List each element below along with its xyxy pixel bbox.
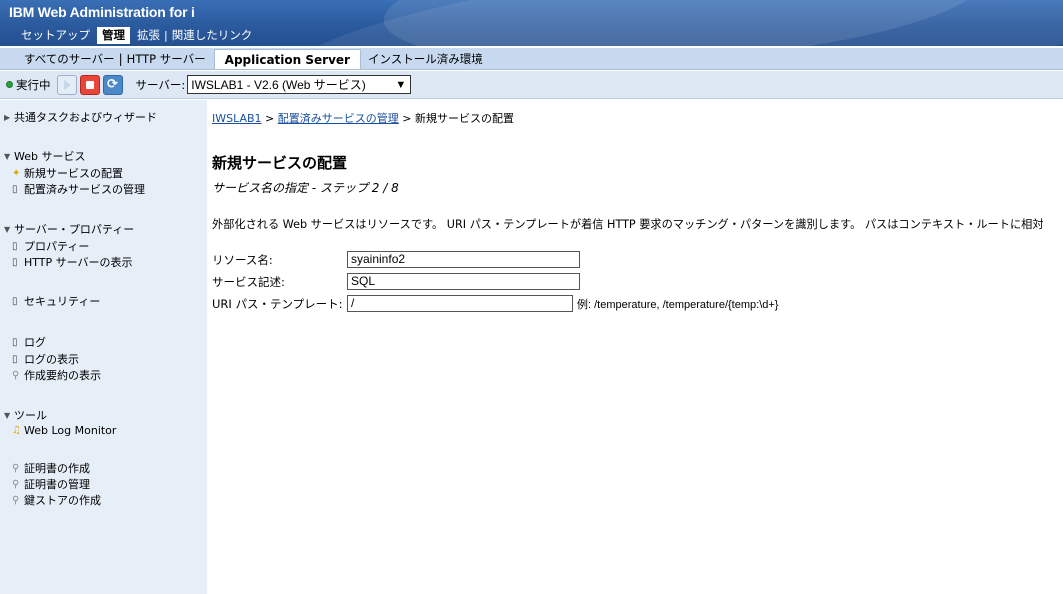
sidebar-item-logs[interactable]: ▯ ログ [0,334,101,350]
resource-name-input[interactable]: syaininfo2 [347,251,580,268]
sidebar-section-tools[interactable]: ▼ ツール [0,407,116,423]
sidebar-item-create-keystore[interactable]: ⚲ 鍵ストアの作成 [0,492,101,508]
refresh-button[interactable]: ⟳ [102,74,123,95]
nav-related-links[interactable]: 関連したリンク [168,27,257,44]
sidebar-item-view-logs[interactable]: ▯ ログの表示 [0,351,101,367]
sidebar-group-security: ▯ セキュリティー [0,293,100,309]
page-subtitle: サービス名の指定 - ステップ 2 / 8 [212,181,399,195]
form-row-resource-name: リソース名: syaininfo2 [212,251,580,268]
server-select[interactable]: IWSLAB1 - V2.6 (Web サービス) ▼ [187,75,412,94]
sidebar-group-server-properties: ▼ サーバー・プロパティー ▯ プロパティー ▯ HTTP サーバーの表示 [0,221,134,270]
page-description: 外部化される Web サービスはリソースです。 URI パス・テンプレートが着信… [212,218,1044,231]
sidebar-group-common: ▶ 共通タスクおよびウィザード [0,109,157,125]
sidebar-item-view-creation-summary[interactable]: ⚲ 作成要約の表示 [0,367,101,383]
stop-button[interactable] [79,74,100,95]
sub-navigation: すべてのサーバー | HTTP サーバー Application Server … [0,48,1063,70]
breadcrumb: IWSLAB1 > 配置済みサービスの管理 > 新規サービスの配置 [212,110,514,126]
wrench-icon: ⚲ [12,462,20,474]
server-toolbar: 実行中 ⟳ サーバー: IWSLAB1 - V2.6 (Web サービス) ▼ [0,71,1063,99]
sidebar-group-tools: ▼ ツール ♫ Web Log Monitor [0,407,116,438]
chevron-down-icon: ▼ [395,78,407,91]
breadcrumb-separator: > [398,112,415,125]
app-title: IBM Web Administration for i [9,4,195,20]
page-icon: ▯ [12,353,18,365]
nav-manage[interactable]: 管理 [97,27,130,44]
header-banner: IBM Web Administration for i セットアップ 管理 拡… [0,0,1063,46]
sidebar-group-logs: ▯ ログ ▯ ログの表示 ⚲ 作成要約の表示 [0,334,101,383]
service-description-label: サービス記述: [212,274,285,289]
form-row-service-description: サービス記述: SQL [212,273,580,290]
breadcrumb-current: 新規サービスの配置 [415,112,514,125]
sidebar-item-view-http-server[interactable]: ▯ HTTP サーバーの表示 [0,254,134,270]
page-icon: ▯ [12,336,18,348]
server-select-value: IWSLAB1 - V2.6 (Web サービス) [191,78,366,92]
sidebar-group-certificates: ⚲ 証明書の作成 ⚲ 証明書の管理 ⚲ 鍵ストアの作成 [0,460,101,508]
breadcrumb-root-link[interactable]: IWSLAB1 [212,112,262,125]
wrench-icon: ⚲ [12,478,20,490]
page-title: 新規サービスの配置 [212,154,348,172]
sidebar-item-deploy-new-service[interactable]: ✦ 新規サービスの配置 [0,165,145,181]
sidebar-item-properties[interactable]: ▯ プロパティー [0,238,134,254]
tab-application-server[interactable]: Application Server [213,49,361,69]
uri-template-example: 例: /temperature, /temperature/{temp:\d+} [577,298,779,311]
sidebar-group-web-services: ▼ Web サービス ✦ 新規サービスの配置 ▯ 配置済みサービスの管理 [0,148,145,197]
sidebar-item-common-tasks[interactable]: ▶ 共通タスクおよびウィザード [0,109,157,125]
triangle-down-icon: ▼ [4,151,11,161]
resource-name-label: リソース名: [212,252,273,267]
sidebar-item-manage-certificates[interactable]: ⚲ 証明書の管理 [0,476,101,492]
page-icon: ▯ [12,183,18,195]
main-content: IWSLAB1 > 配置済みサービスの管理 > 新規サービスの配置 新規サービス… [207,100,1063,594]
sidebar-item-create-certificate[interactable]: ⚲ 証明書の作成 [0,460,101,476]
server-label: サーバー: [135,77,186,92]
sidebar-section-web-services[interactable]: ▼ Web サービス [0,148,145,164]
triangle-down-icon: ▼ [4,224,11,234]
nav-extend[interactable]: 拡張 [133,27,164,44]
start-button[interactable] [56,74,77,95]
form-row-uri-template: URI パス・テンプレート: / 例: /temperature, /tempe… [212,295,778,312]
sidebar-item-web-log-monitor[interactable]: ♫ Web Log Monitor [0,422,116,438]
new-item-icon: ✦ [12,167,21,179]
tab-http-server[interactable]: HTTP サーバー [123,49,210,69]
page-icon: ▯ [12,240,18,252]
tab-all-servers[interactable]: すべてのサーバー [20,49,119,69]
tab-installed-environments[interactable]: インストール済み環境 [364,49,487,69]
sidebar-section-server-properties[interactable]: ▼ サーバー・プロパティー [0,221,134,237]
sidebar-item-security[interactable]: ▯ セキュリティー [0,293,100,309]
refresh-icon: ⟳ [107,77,118,92]
nav-setup[interactable]: セットアップ [17,27,94,44]
page-icon: ▯ [12,256,18,268]
page-icon: ▯ [12,295,18,307]
breadcrumb-manage-link[interactable]: 配置済みサービスの管理 [278,112,399,125]
sidebar: ▶ 共通タスクおよびウィザード ▼ Web サービス ✦ 新規サービスの配置 ▯… [0,100,207,594]
triangle-right-icon: ▶ [4,112,11,122]
uri-template-label: URI パス・テンプレート: [212,296,343,311]
status-running-icon [6,81,13,88]
wrench-icon: ⚲ [12,494,20,506]
uri-template-input[interactable]: / [347,295,573,312]
wrench-icon: ⚲ [12,369,20,381]
triangle-down-icon: ▼ [4,410,11,420]
server-status: 実行中 [16,77,51,92]
top-navigation: セットアップ 管理 拡張 | 関連したリンク [0,26,256,45]
sidebar-item-manage-deployed[interactable]: ▯ 配置済みサービスの管理 [0,181,145,197]
service-description-input[interactable]: SQL [347,273,580,290]
bell-icon: ♫ [12,424,21,436]
breadcrumb-separator: > [261,112,278,125]
